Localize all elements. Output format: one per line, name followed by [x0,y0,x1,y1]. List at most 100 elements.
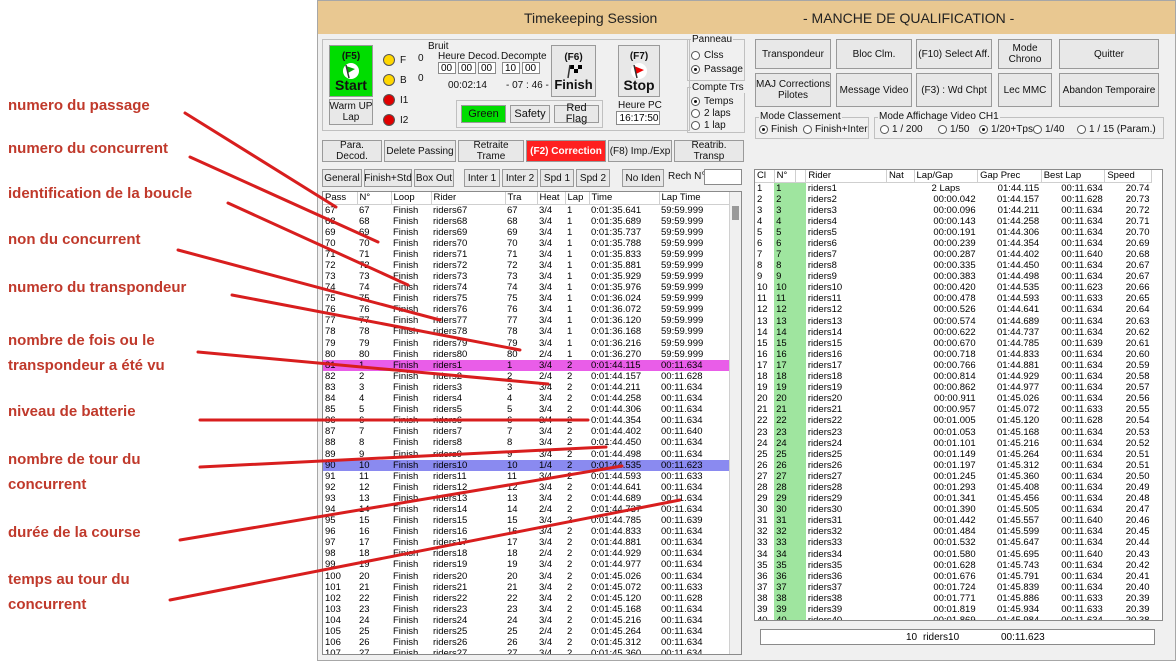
quitter-button[interactable]: Quitter [1059,39,1159,69]
passage-radio[interactable] [691,65,700,74]
stop-button[interactable]: (F7) Stop [618,45,660,97]
passings-header-cell[interactable]: Lap Time [659,192,732,205]
start-button[interactable]: (F5) Start [329,45,373,97]
passing-row[interactable]: 79 79 Finish riders79 79 3/4 1 0:01:36.216 59:59… [323,338,731,349]
classement-header-cell[interactable]: Nat [886,170,915,183]
video-opt-1-radio[interactable] [880,125,889,134]
decompte-seconds[interactable]: 00 [522,62,540,74]
passings-header-cell[interactable]: Tra [505,192,538,205]
classement-row[interactable]: 6 6 riders6 00:00.239 01:44.354 00:11.634 20.6… [755,237,1152,249]
classement-row[interactable]: 15 15 riders15 00:00.670 01:44.785 00:11.639 2… [755,337,1152,349]
passings-header-cell[interactable]: Pass [323,192,358,205]
classement-row[interactable]: 21 21 riders21 00:00.957 01:45.072 00:11.633 2… [755,404,1152,416]
warmup-lap-button[interactable]: Warm UP Lap [329,99,373,125]
safety-button[interactable]: Safety [510,105,550,123]
classement-row[interactable]: 7 7 riders7 00:00.287 01:44.402 00:11.640 20.6… [755,248,1152,261]
classement-finish-inter-radio[interactable] [803,125,812,134]
classement-row[interactable]: 17 17 riders17 00:00.766 01:44.881 00:11.634 2… [755,359,1152,371]
classement-row[interactable]: 3 3 riders3 00:00.096 01:44.211 00:11.634 20.7… [755,204,1152,216]
classement-header-cell[interactable] [795,170,807,183]
passing-row[interactable]: 97 17 Finish riders17 17 3/4 2 0:01:44.881 00:11… [323,537,731,548]
classement-row[interactable]: 12 12 riders12 00:00.526 01:44.641 00:11.634 2… [755,304,1152,316]
passings-header-cell[interactable]: Rider [431,192,506,205]
classement-row[interactable]: 27 27 riders27 00:01.245 01:45.360 00:11.634 2… [755,470,1152,482]
passing-row[interactable]: 96 16 Finish riders16 16 3/4 2 0:01:44.833 00:11… [323,526,731,537]
general-button[interactable]: General [322,169,362,187]
classement-row[interactable]: 34 34 riders34 00:01.580 01:45.695 00:11.640 2… [755,548,1152,560]
classement-row[interactable]: 37 37 riders37 00:01.724 01:45.839 00:11.634 2… [755,581,1152,593]
passing-row[interactable]: 105 25 Finish riders25 25 2/4 2 0:01:45.264 00:1… [323,626,731,637]
clss-radio[interactable] [691,51,700,60]
no-iden-button[interactable]: No Iden [622,169,664,187]
passings-header-cell[interactable]: Loop [391,192,432,205]
passing-row[interactable]: 87 7 Finish riders7 7 3/4 2 0:01:44.402 00:11.64… [323,426,731,437]
maj-corrections-button[interactable]: MAJ Corrections Pilotes [755,73,831,107]
classement-row[interactable]: 11 11 riders11 00:00.478 01:44.593 00:11.633 2… [755,293,1152,305]
one-lap-radio[interactable] [691,121,700,130]
passing-row[interactable]: 103 23 Finish riders23 23 3/4 2 0:01:45.168 00:1… [323,604,731,615]
rech-input[interactable] [704,169,742,185]
heure-decod-hours[interactable]: 00 [438,62,456,74]
lec-mmc-button[interactable]: Lec MMC [998,73,1052,107]
transpondeur-button[interactable]: Transpondeur [755,39,831,69]
abandon-temporaire-button[interactable]: Abandon Temporaire [1059,73,1159,107]
passings-scrollbar[interactable] [729,192,741,654]
passing-row[interactable]: 76 76 Finish riders76 76 3/4 1 0:01:36.072 59:59… [323,304,731,315]
classement-row[interactable]: 19 19 riders19 00:00.862 01:44.977 00:11.634 2… [755,382,1152,394]
classement-row[interactable]: 30 30 riders30 00:01.390 01:45.505 00:11.634 2… [755,504,1152,516]
classement-row[interactable]: 35 35 riders35 00:01.628 01:45.743 00:11.634 2… [755,559,1152,571]
classement-row[interactable]: 2 2 riders2 00:00.042 01:44.157 00:11.628 20.7… [755,193,1152,205]
passing-row[interactable]: 74 74 Finish riders74 74 3/4 1 0:01:35.976 59:59… [323,282,731,293]
video-opt-2-radio[interactable] [938,125,947,134]
temps-radio[interactable] [691,97,700,106]
classement-row[interactable]: 23 23 riders23 00:01.053 01:45.168 00:11.634 2… [755,426,1152,438]
passing-row[interactable]: 68 68 Finish riders68 68 3/4 1 0:01:35.689 59:59… [323,216,731,227]
passing-row[interactable]: 99 19 Finish riders19 19 3/4 2 0:01:44.977 00:11… [323,559,731,570]
para-decod-button[interactable]: Para. Decod. [322,140,382,162]
passing-row[interactable]: 84 4 Finish riders4 4 3/4 2 0:01:44.258 00:11.63… [323,393,731,404]
classement-row[interactable]: 8 8 riders8 00:00.335 01:44.450 00:11.634 20.6… [755,260,1152,272]
passings-header-cell[interactable]: Heat [537,192,566,205]
select-aff-button[interactable]: (F10) Select Aff. [916,39,992,69]
passing-row[interactable]: 81 1 Finish riders1 1 3/4 2 0:01:44.115 00:11.63… [323,359,731,371]
classement-row[interactable]: 28 28 riders28 00:01.293 01:45.408 00:11.634 2… [755,481,1152,494]
heure-decod-minutes[interactable]: 00 [458,62,476,74]
classement-row[interactable]: 25 25 riders25 00:01.149 01:45.264 00:11.634 2… [755,448,1152,460]
classement-header-cell[interactable]: Speed [1104,170,1152,183]
spd2-button[interactable]: Spd 2 [576,169,610,187]
passings-header-cell[interactable]: Lap [565,192,590,205]
passing-row[interactable]: 94 14 Finish riders14 14 2/4 2 0:01:44.737 00:11… [323,504,731,515]
wd-chpt-button[interactable]: (F3) : Wd Chpt [916,73,992,107]
passing-row[interactable]: 72 72 Finish riders72 72 3/4 1 0:01:35.881 59:59… [323,260,731,271]
inter1-button[interactable]: Inter 1 [464,169,500,187]
classement-row[interactable]: 29 29 riders29 00:01.341 01:45.456 00:11.634 2… [755,493,1152,505]
video-opt-5-radio[interactable] [1077,125,1086,134]
classement-header-cell[interactable]: Gap Prec [977,170,1042,183]
passing-row[interactable]: 78 78 Finish riders78 78 3/4 1 0:01:36.168 59:59… [323,326,731,337]
passing-row[interactable]: 82 2 Finish riders2 2 2/4 2 0:01:44.157 00:11.62… [323,371,731,382]
passing-row[interactable]: 75 75 Finish riders75 75 3/4 1 0:01:36.024 59:59… [323,293,731,304]
two-laps-radio[interactable] [691,109,700,118]
bloc-clm-button[interactable]: Bloc Clm. [836,39,912,69]
finish-std-button[interactable]: Finish+Std [364,169,412,187]
passing-row[interactable]: 73 73 Finish riders73 73 3/4 1 0:01:35.929 59:59… [323,271,731,282]
passing-row[interactable]: 70 70 Finish riders70 70 3/4 1 0:01:35.788 59:59… [323,238,731,249]
passing-row[interactable]: 92 12 Finish riders12 12 3/4 2 0:01:44.641 00:11… [323,482,731,493]
classement-row[interactable]: 9 9 riders9 00:00.383 01:44.498 00:11.634 20.6… [755,271,1152,283]
classement-header-cell[interactable]: Cl [755,170,775,183]
heure-decod-seconds[interactable]: 00 [478,62,496,74]
spd1-button[interactable]: Spd 1 [540,169,574,187]
classement-row[interactable]: 32 32 riders32 00:01.484 01:45.599 00:11.634 2… [755,526,1152,538]
classement-row[interactable]: 4 4 riders4 00:00.143 01:44.258 00:11.634 20.7… [755,215,1152,227]
video-opt-3-radio[interactable] [979,125,988,134]
passing-row[interactable]: 90 10 Finish riders10 10 1/4 2 0:01:44.535 00:11… [323,459,731,471]
classement-row[interactable]: 5 5 riders5 00:00.191 01:44.306 00:11.634 20.7… [755,226,1152,238]
passings-header-cell[interactable]: Time [589,192,660,205]
passing-row[interactable]: 89 9 Finish riders9 9 3/4 2 0:01:44.498 00:11.63… [323,448,731,460]
classement-row[interactable]: 40 40 riders40 00:01.869 01:45.984 00:11.634 2… [755,615,1152,620]
classement-row[interactable]: 1 1 riders1 2 Laps 01:44.115 00:11.634 20.74 [755,182,1152,194]
delete-passing-button[interactable]: Delete Passing [384,140,456,162]
passing-row[interactable]: 100 20 Finish riders20 20 3/4 2 0:01:45.026 00:1… [323,571,731,582]
classement-row[interactable]: 26 26 riders26 00:01.197 01:45.312 00:11.634 2… [755,459,1152,471]
classement-header-cell[interactable]: Rider [805,170,887,183]
